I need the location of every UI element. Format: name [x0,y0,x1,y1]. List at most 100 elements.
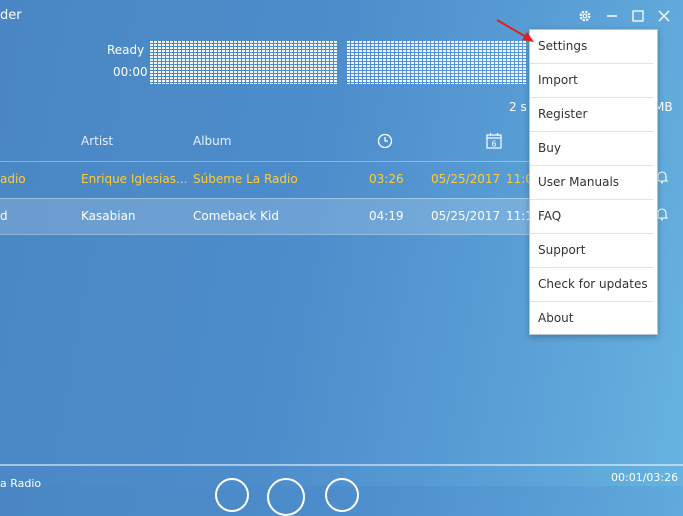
meter-bar [467,41,470,84]
meter-bar [158,41,161,84]
meter-bar [455,41,458,84]
meter-bar [286,41,289,84]
close-icon[interactable] [655,8,673,24]
meter-bar [519,41,522,84]
level-meter-right [347,41,526,84]
meter-bar [278,41,281,84]
meter-bar [355,41,358,84]
meter-bar [294,41,297,84]
gear-icon[interactable] [576,8,594,24]
meter-bar [423,41,426,84]
meter-bar [347,41,350,84]
meter-bar [314,41,317,84]
meter-bar [391,41,394,84]
column-header-album[interactable]: Album [193,134,231,148]
maximize-icon[interactable] [629,8,647,24]
meter-bar [190,41,193,84]
meter-bar [507,41,510,84]
meter-bar [198,41,201,84]
library-summary: 2 s [509,100,527,114]
meter-bar [487,41,490,84]
meter-bar [258,41,261,84]
meter-bar [306,41,309,84]
meter-bar [242,41,245,84]
menu-item-register[interactable]: Register [530,98,653,132]
meter-bar [367,41,370,84]
meter-bar [395,41,398,84]
previous-button[interactable] [215,478,249,512]
menu-item-faq[interactable]: FAQ [530,200,653,234]
menu-item-check-for-updates[interactable]: Check for updates [530,268,653,302]
meter-bar [443,41,446,84]
meter-bar [230,41,233,84]
meter-bar [459,41,462,84]
clock-icon[interactable] [377,133,393,153]
meter-bar [523,41,526,84]
meter-bar [515,41,518,84]
meter-bar [371,41,374,84]
meter-bar [178,41,181,84]
meter-bar [266,41,269,84]
track-title: adio [0,172,26,186]
meter-bar [174,41,177,84]
menu-item-import[interactable]: Import [530,64,653,98]
meter-bar [495,41,498,84]
meter-bar [471,41,474,84]
track-duration: 03:26 [369,172,404,186]
calendar-day-label: 6 [491,140,496,149]
track-album: Comeback Kid [193,209,279,223]
track-date: 05/25/2017 [431,172,501,186]
menu-item-buy[interactable]: Buy [530,132,653,166]
meter-bar [226,41,229,84]
meter-bar [479,41,482,84]
meter-bar [483,41,486,84]
menu-item-about[interactable]: About [530,302,653,335]
meter-bar [431,41,434,84]
track-title: d [0,209,8,223]
meter-bar [318,41,321,84]
column-header-artist[interactable]: Artist [81,134,113,148]
track-artist: Kasabian [81,209,136,223]
meter-bar [194,41,197,84]
menu-item-support[interactable]: Support [530,234,653,268]
status-state: Ready [107,43,145,57]
next-button[interactable] [325,478,359,512]
meter-bar [411,41,414,84]
meter-bar [511,41,514,84]
meter-bar [282,41,285,84]
meter-bar [475,41,478,84]
meter-bar [254,41,257,84]
meter-bar [250,41,253,84]
play-button[interactable] [267,478,305,516]
meter-bar [298,41,301,84]
meter-bar [310,41,313,84]
meter-bar [214,41,217,84]
status-time: 00:00 [113,65,148,79]
meter-bar [246,41,249,84]
meter-bar [290,41,293,84]
meter-bar [302,41,305,84]
meter-bar [439,41,442,84]
meter-bar [206,41,209,84]
meter-bar [427,41,430,84]
meter-bar [451,41,454,84]
track-date: 05/25/2017 [431,209,501,223]
meter-bar [274,41,277,84]
meter-bar [503,41,506,84]
calendar-icon[interactable]: 6 [486,132,502,153]
meter-bar [363,41,366,84]
meter-bar [182,41,185,84]
progress-track[interactable] [0,464,683,466]
meter-bar [262,41,265,84]
meter-bar [210,41,213,84]
meter-bar [222,41,225,84]
meter-bar [419,41,422,84]
menu-item-settings[interactable]: Settings [530,30,653,64]
progress-time: 00:01/03:26 [611,471,679,484]
meter-bar [399,41,402,84]
meter-bar [403,41,406,84]
meter-bar [170,41,173,84]
meter-bar [491,41,494,84]
minimize-icon[interactable] [603,8,621,24]
menu-item-user-manuals[interactable]: User Manuals [530,166,653,200]
